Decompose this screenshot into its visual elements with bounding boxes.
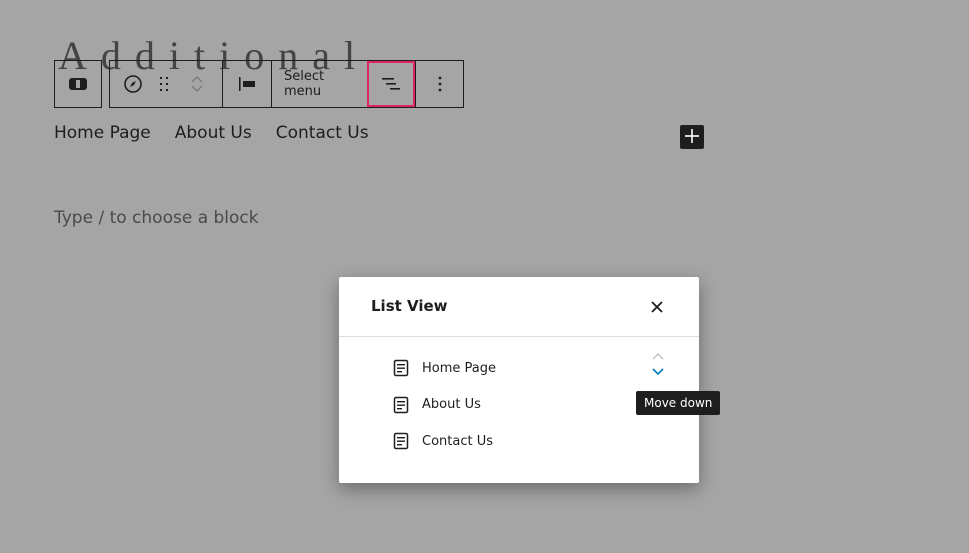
navigation-button[interactable]	[110, 61, 156, 107]
drag-handle-icon	[159, 76, 169, 92]
mover-buttons	[172, 61, 222, 107]
compass-icon	[123, 74, 143, 94]
options-button[interactable]	[415, 61, 463, 107]
close-icon	[651, 298, 663, 317]
toolbar-group-movers: Select menu	[109, 60, 464, 108]
chevron-up-icon	[652, 349, 664, 364]
list-view-mover	[650, 348, 666, 380]
nav-item-about-us[interactable]: About Us	[175, 123, 252, 143]
add-block-button[interactable]	[680, 125, 704, 149]
page-icon	[393, 359, 411, 377]
plus-icon	[685, 128, 699, 147]
page-icon	[393, 432, 411, 450]
navigation-menu: Home Page About Us Contact Us	[54, 123, 369, 143]
select-menu-button[interactable]: Select menu	[271, 61, 367, 107]
block-placeholder[interactable]: Type / to choose a block	[54, 208, 259, 228]
nav-item-contact-us[interactable]: Contact Us	[276, 123, 369, 143]
drag-handle[interactable]	[156, 61, 172, 107]
chevron-down-icon[interactable]	[190, 84, 204, 94]
toolbar-group-block-type	[54, 60, 102, 108]
navigation-block-icon	[69, 78, 87, 90]
list-view-item-label: Contact Us	[422, 433, 493, 449]
more-vertical-icon	[438, 76, 442, 92]
move-down-button[interactable]	[650, 364, 666, 380]
block-toolbar: Select menu	[54, 60, 464, 108]
modal-title: List View	[371, 297, 448, 315]
tooltip: Move down	[636, 391, 721, 415]
list-view-modal: List View Home Page About Us Contact Us	[339, 277, 699, 483]
modal-header: List View	[339, 277, 699, 337]
justify-left-icon	[238, 76, 256, 92]
justification-button[interactable]	[222, 61, 271, 107]
list-view-item[interactable]: Contact Us	[339, 423, 699, 460]
nav-item-home-page[interactable]: Home Page	[54, 123, 151, 143]
list-view-button[interactable]	[367, 61, 415, 107]
block-type-button[interactable]	[55, 61, 101, 107]
list-view-item[interactable]: Home Page	[339, 350, 699, 387]
chevron-down-icon	[652, 365, 664, 380]
list-view-item-label: About Us	[422, 397, 481, 413]
list-view-item-label: Home Page	[422, 360, 496, 376]
close-button[interactable]	[647, 297, 667, 317]
move-up-button[interactable]	[650, 348, 666, 364]
list-view-icon	[381, 77, 401, 91]
chevron-up-icon[interactable]	[190, 74, 204, 84]
page-icon	[393, 396, 411, 414]
